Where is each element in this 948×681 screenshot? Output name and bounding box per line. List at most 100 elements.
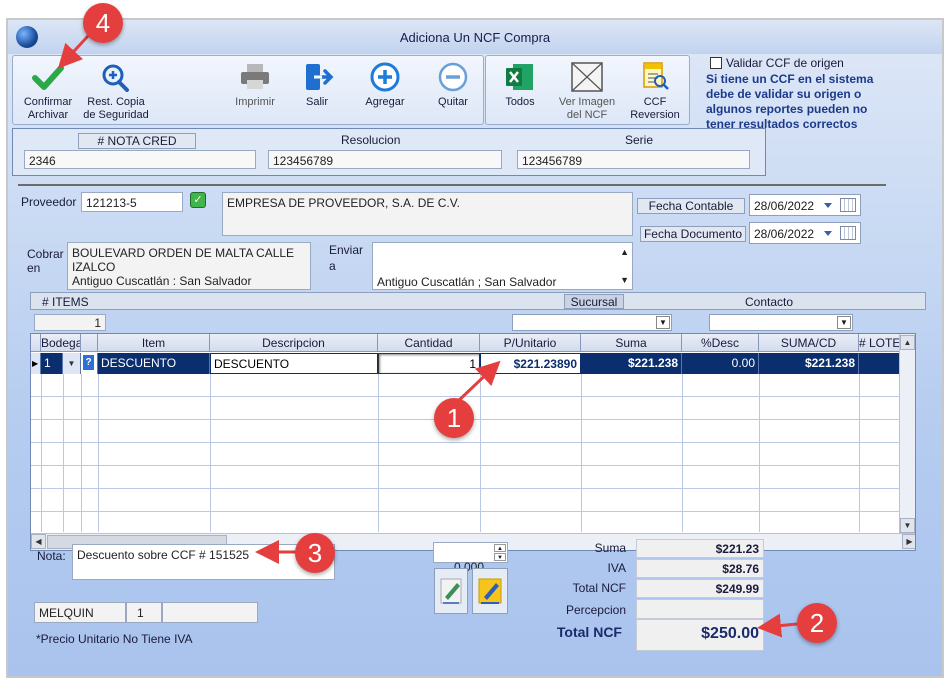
callout-3: 3 bbox=[295, 533, 335, 573]
cobrar-address-field[interactable]: BOULEVARD ORDEN DE MALTA CALLE IZALCO An… bbox=[67, 242, 311, 290]
sucursal-select[interactable]: ▼ bbox=[512, 314, 672, 331]
callout-2: 2 bbox=[797, 603, 837, 643]
print-button[interactable]: Imprimir bbox=[227, 62, 283, 109]
toolbar-export: Todos Ver Imagen del NCF CCF Reversion bbox=[485, 55, 690, 125]
confirm-button[interactable]: Confirmar Archivar bbox=[17, 62, 79, 122]
callout-4: 4 bbox=[83, 3, 123, 43]
grid-col-line bbox=[41, 374, 42, 532]
scroll-right-icon[interactable]: ▶ bbox=[902, 534, 915, 549]
nota-cred-field[interactable]: 2346 bbox=[24, 150, 256, 169]
discount-spinner[interactable]: 0.000 ▲ ▼ bbox=[433, 542, 508, 574]
items-label: # ITEMS bbox=[42, 295, 89, 309]
iva-label: IVA bbox=[607, 561, 626, 575]
all-excel-button[interactable]: Todos bbox=[492, 62, 548, 109]
main-window: Adiciona Un NCF Compra Confirmar Archiva… bbox=[6, 18, 944, 678]
grid-col-line bbox=[581, 374, 582, 532]
chevron-down-icon[interactable] bbox=[824, 203, 832, 208]
scroll-up-icon[interactable]: ▲ bbox=[900, 335, 915, 350]
chevron-down-icon[interactable]: ▼ bbox=[837, 316, 851, 329]
restore-label: Rest. Copia de Seguridad bbox=[83, 96, 149, 121]
serie-field[interactable]: 123456789 bbox=[517, 150, 750, 169]
fecha-documento-field[interactable]: 28/06/2022 bbox=[749, 222, 861, 244]
grid-col-line bbox=[210, 374, 211, 532]
cell-sumacd[interactable]: $221.238 bbox=[759, 353, 859, 374]
vertical-scrollbar[interactable]: ▲ ▼ bbox=[899, 334, 915, 534]
user-name-field: MELQUIN bbox=[34, 602, 126, 623]
total-ncf-label: Total NCF bbox=[572, 581, 626, 595]
restore-backup-button[interactable]: Rest. Copia de Seguridad bbox=[79, 62, 153, 122]
proveedor-code-field[interactable]: 121213-5 bbox=[81, 192, 183, 212]
question-icon[interactable]: ? bbox=[83, 355, 94, 370]
user-num-field: 1 bbox=[126, 602, 162, 623]
proveedor-name-field[interactable]: EMPRESA DE PROVEEDOR, S.A. DE C.V. bbox=[222, 192, 633, 236]
zoom-in-icon bbox=[102, 64, 129, 92]
enviar-address-field[interactable]: Antiguo Cuscatlán ; San Salvador ▲ ▼ bbox=[372, 242, 633, 290]
grid-header-descripcion[interactable]: Descripcion bbox=[210, 334, 378, 352]
minus-circle-icon bbox=[438, 62, 468, 92]
grid-header-desc[interactable]: %Desc bbox=[682, 334, 759, 352]
cell-cantidad[interactable]: 1 bbox=[378, 353, 480, 374]
print-label: Imprimir bbox=[235, 96, 275, 108]
edit-note-icon bbox=[478, 578, 502, 604]
image-placeholder-icon bbox=[571, 62, 603, 92]
add-label: Agregar bbox=[365, 96, 405, 108]
item-help-button[interactable]: ? bbox=[81, 353, 98, 374]
cell-unitario[interactable]: $221.23890 bbox=[480, 353, 581, 374]
cell-suma[interactable]: $221.238 bbox=[581, 353, 682, 374]
spinner-up-icon[interactable]: ▲ bbox=[494, 544, 506, 552]
remove-button[interactable]: Quitar bbox=[425, 62, 481, 109]
chevron-down-icon[interactable]: ▼ bbox=[656, 316, 670, 329]
edit-note-button[interactable] bbox=[434, 568, 468, 614]
grid-line bbox=[31, 442, 901, 443]
contacto-select[interactable]: ▼ bbox=[709, 314, 853, 331]
resolucion-field[interactable]: 123456789 bbox=[268, 150, 502, 169]
grid-header-suma[interactable]: Suma bbox=[581, 334, 682, 352]
view-image-label: Ver Imagen del NCF bbox=[558, 96, 616, 121]
edit-note-alt-button[interactable] bbox=[472, 568, 508, 614]
toolbar-main: Confirmar Archivar Rest. Copia de Seguri… bbox=[12, 55, 484, 125]
exit-button[interactable]: Salir bbox=[289, 62, 345, 109]
total-ncf-value: $249.99 bbox=[636, 579, 764, 598]
cell-descripcion[interactable]: DESCUENTO bbox=[210, 353, 378, 374]
callout-1: 1 bbox=[434, 398, 474, 438]
grid-header-sumacd[interactable]: SUMA/CD bbox=[759, 334, 859, 352]
scroll-down-icon[interactable]: ▼ bbox=[620, 273, 629, 287]
chevron-down-icon[interactable]: ▼ bbox=[68, 359, 76, 368]
scroll-down-icon[interactable]: ▼ bbox=[900, 518, 915, 533]
ccf-reversion-label: CCF Reversion bbox=[630, 96, 680, 121]
iva-value: $28.76 bbox=[636, 559, 764, 578]
user-extra-field bbox=[162, 602, 258, 623]
grid-header-lote[interactable]: # LOTE bbox=[859, 334, 901, 352]
ccf-reversion-button[interactable]: CCF Reversion bbox=[624, 62, 686, 122]
spinner-down-icon[interactable]: ▼ bbox=[494, 553, 506, 561]
proveedor-label: Proveedor bbox=[21, 195, 77, 209]
chevron-down-icon[interactable] bbox=[824, 231, 832, 236]
calendar-icon[interactable] bbox=[840, 198, 856, 212]
calendar-icon[interactable] bbox=[840, 226, 856, 240]
printer-icon bbox=[241, 64, 269, 89]
fecha-contable-field[interactable]: 28/06/2022 bbox=[749, 194, 861, 216]
grid-header-bodega[interactable]: Bodega bbox=[41, 334, 81, 352]
row-indicator[interactable]: ▶ bbox=[31, 353, 41, 374]
remove-label: Quitar bbox=[438, 96, 468, 108]
fecha-contable-value: 28/06/2022 bbox=[754, 199, 815, 213]
checkmark-icon bbox=[32, 65, 64, 90]
grid-header-cantidad[interactable]: Cantidad bbox=[378, 334, 480, 352]
cell-bodega[interactable]: 1 bbox=[41, 353, 63, 374]
scroll-left-icon[interactable]: ◀ bbox=[31, 534, 46, 549]
scroll-up-icon[interactable]: ▲ bbox=[620, 245, 629, 259]
validate-checkbox[interactable] bbox=[710, 57, 722, 69]
cell-desc[interactable]: 0.00 bbox=[682, 353, 759, 374]
cell-item[interactable]: DESCUENTO bbox=[98, 353, 210, 374]
exit-door-icon bbox=[306, 64, 334, 90]
cell-lote[interactable] bbox=[859, 353, 901, 374]
bodega-dropdown[interactable]: ▼ bbox=[63, 353, 81, 374]
title-bar: Adiciona Un NCF Compra bbox=[8, 20, 942, 54]
view-image-button[interactable]: Ver Imagen del NCF bbox=[554, 62, 620, 122]
grid-header-unitario[interactable]: P/Unitario bbox=[480, 334, 581, 352]
add-button[interactable]: Agregar bbox=[355, 62, 415, 109]
cobrar-label: Cobrar en bbox=[27, 247, 64, 275]
items-grid[interactable]: Bodega Item Descripcion Cantidad P/Unita… bbox=[30, 333, 916, 551]
grid-header-item[interactable]: Item bbox=[98, 334, 210, 352]
grand-total-value: $250.00 bbox=[636, 619, 764, 651]
